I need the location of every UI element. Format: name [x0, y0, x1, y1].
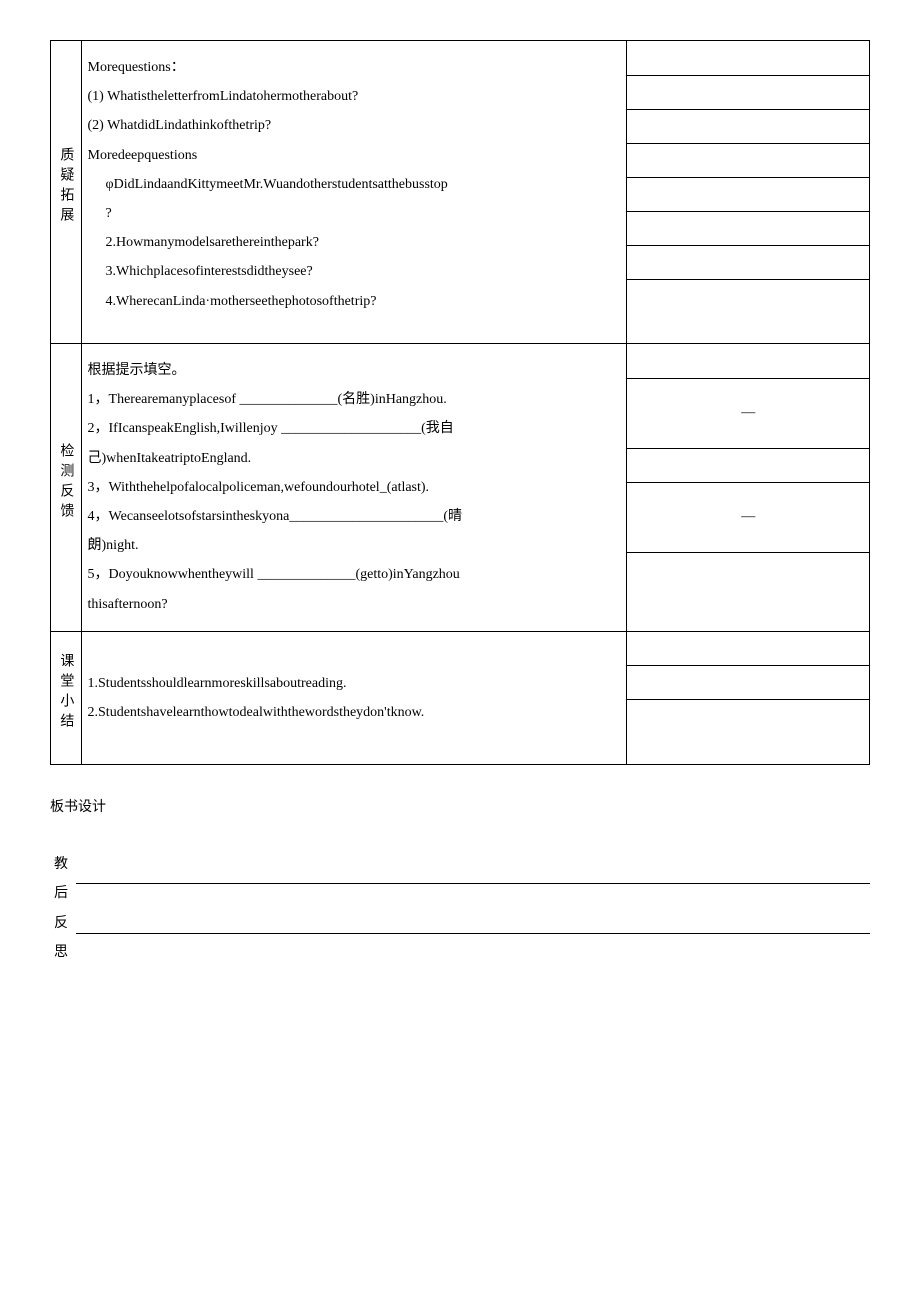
mark-cell: — — [627, 482, 869, 552]
ex-line: 朗)night. — [88, 533, 621, 558]
reflection-label: 教 后 反 思 — [50, 850, 72, 968]
blank-cell — [627, 632, 869, 666]
blank-cell — [627, 245, 869, 279]
section-right-exercise: — — — [627, 344, 870, 632]
reflection-char: 后 — [54, 879, 68, 908]
mark-cell: — — [627, 378, 869, 448]
blank-cell — [627, 700, 869, 734]
blank-cell — [627, 552, 869, 586]
q-line: Moredeepquestions — [88, 143, 621, 168]
section-label-summary: 课堂小结 — [51, 631, 82, 764]
right-grid — [627, 632, 869, 734]
ex-line: 4，Wecanseelotsofstarsintheskyona________… — [88, 504, 621, 529]
q-line: φDidLindaandKittymeetMr.Wuandotherstuden… — [88, 172, 621, 197]
blank-cell — [627, 75, 869, 109]
blank-cell — [627, 41, 869, 75]
ex-line: 5，Doyouknowwhentheywill ______________(g… — [88, 562, 621, 587]
section-right-summary — [627, 631, 870, 764]
blank-cell — [627, 344, 869, 378]
section-content-exercise: 根据提示填空。 1，Therearemanyplacesof _________… — [81, 344, 627, 632]
ex-line: 根据提示填空。 — [88, 358, 621, 383]
reflection-lines — [72, 850, 870, 956]
section-row-exercise: 检测反馈 根据提示填空。 1，Therearemanyplacesof ____… — [51, 344, 870, 632]
q-line: (1) WhatistheletterfromLindatohermothera… — [88, 84, 621, 109]
section-content-summary: 1.Studentsshouldlearnmoreskillsaboutread… — [81, 631, 627, 764]
q-line: (2) WhatdidLindathinkofthetrip? — [88, 113, 621, 138]
section-right-questions — [627, 41, 870, 344]
blank-cell — [627, 448, 869, 482]
right-grid: — — — [627, 344, 869, 586]
blank-cell — [627, 143, 869, 177]
ex-line: 2，IfIcanspeakEnglish,Iwillenjoy ________… — [88, 416, 621, 441]
blank-cell — [627, 279, 869, 313]
blank-cell — [627, 177, 869, 211]
ex-line: 己)whenItakeatriptoEngland. — [88, 446, 621, 471]
section-label-questions: 质疑拓展 — [51, 41, 82, 344]
blank-cell — [627, 666, 869, 700]
right-grid — [627, 41, 869, 313]
reflection-char: 教 — [54, 850, 68, 879]
ex-line: 3，Withthehelpofalocalpoliceman,wefoundou… — [88, 475, 621, 500]
q-line: Morequestions： — [88, 55, 621, 80]
write-line — [76, 906, 870, 934]
reflection-section: 教 后 反 思 — [50, 850, 870, 968]
blank-cell — [627, 109, 869, 143]
ex-line: 1，Therearemanyplacesof ______________(名胜… — [88, 387, 621, 412]
section-label-exercise: 检测反馈 — [51, 344, 82, 632]
write-line — [76, 856, 870, 884]
q-line: 3.Whichplacesofinterestsdidtheysee? — [88, 259, 621, 284]
reflection-char: 思 — [54, 938, 68, 967]
q-line: 2.Howmanymodelsarethereinthepark? — [88, 230, 621, 255]
ex-line: thisafternoon? — [88, 592, 621, 617]
q-line: 4.WherecanLinda·motherseethephotosofthet… — [88, 289, 621, 314]
q-line: ? — [88, 201, 621, 226]
board-design-heading: 板书设计 — [50, 795, 870, 820]
reflection-char: 反 — [54, 909, 68, 938]
worksheet-table: 质疑拓展 Morequestions： (1) Whatistheletterf… — [50, 40, 870, 765]
blank-cell — [627, 211, 869, 245]
section-row-questions: 质疑拓展 Morequestions： (1) Whatistheletterf… — [51, 41, 870, 344]
section-content-questions: Morequestions： (1) WhatistheletterfromLi… — [81, 41, 627, 344]
section-row-summary: 课堂小结 1.Studentsshouldlearnmoreskillsabou… — [51, 631, 870, 764]
sum-line: 1.Studentsshouldlearnmoreskillsaboutread… — [88, 671, 621, 696]
sum-line: 2.Studentshavelearnthowtodealwiththeword… — [88, 700, 621, 725]
